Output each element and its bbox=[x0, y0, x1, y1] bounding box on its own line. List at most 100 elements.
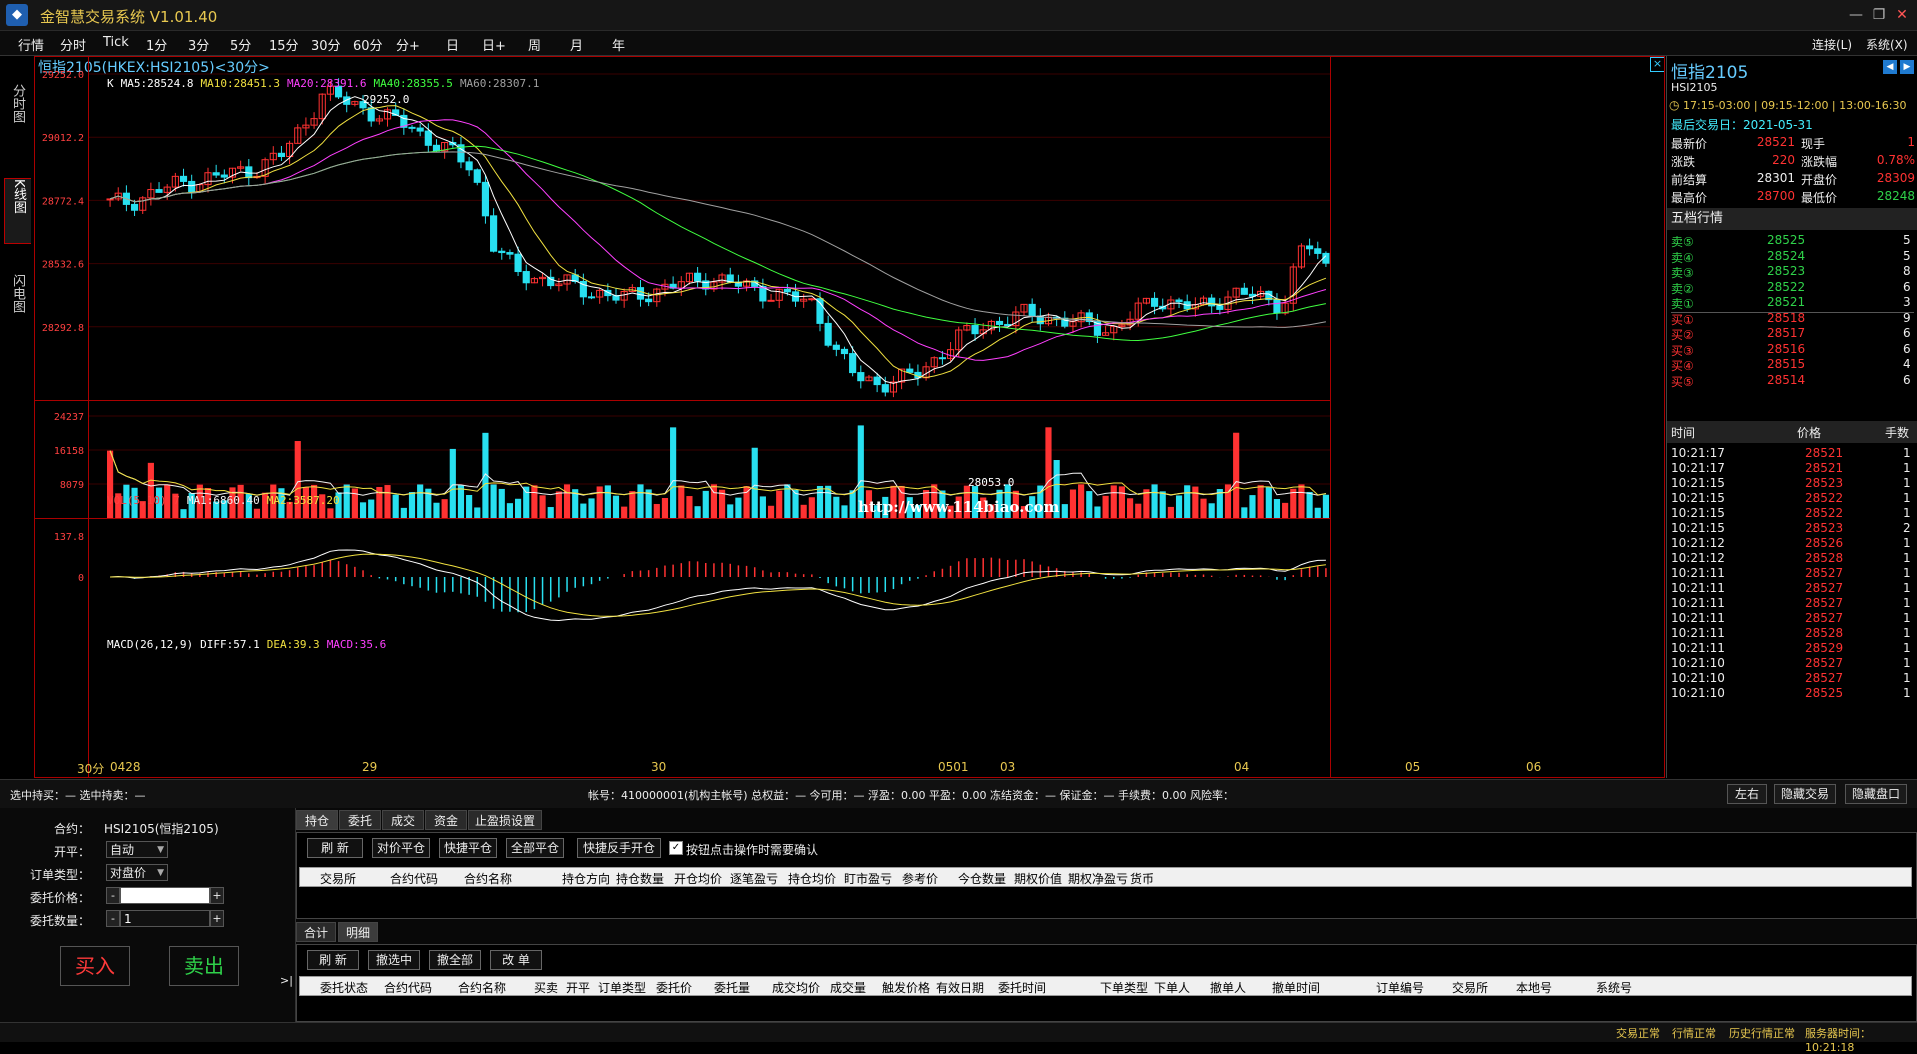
volume-indicator-legend: VOL(5,10) 7 MA1:6860.40 MA2:3587.20 bbox=[107, 493, 347, 507]
refresh-positions-button[interactable]: 刷 新 bbox=[307, 838, 363, 858]
column-header[interactable]: 合约名称 bbox=[464, 870, 512, 887]
column-header[interactable]: 撤单时间 bbox=[1272, 979, 1320, 996]
menu-15min[interactable]: 15分 bbox=[269, 35, 299, 54]
menu-quotes[interactable]: 行情 bbox=[18, 35, 44, 54]
kline-chart[interactable]: 29252.0 29012.2 28772.4 28532.6 28292.8 24237… bbox=[34, 56, 1665, 778]
column-header[interactable]: 持仓均价 bbox=[788, 870, 836, 887]
column-header[interactable]: 盯市盈亏 bbox=[844, 870, 892, 887]
menu-system[interactable]: 系统(X) bbox=[1866, 36, 1908, 53]
refresh-orders-button[interactable]: 刷 新 bbox=[307, 950, 359, 970]
column-header[interactable]: 交易所 bbox=[320, 870, 356, 887]
quick-close-button[interactable]: 快捷平仓 bbox=[439, 838, 497, 858]
tab-trades[interactable]: 成交 bbox=[382, 810, 424, 830]
column-header[interactable]: 下单人 bbox=[1154, 979, 1190, 996]
column-header[interactable]: 系统号 bbox=[1596, 979, 1632, 996]
menu-30min[interactable]: 30分 bbox=[311, 35, 341, 54]
column-header[interactable]: 有效日期 bbox=[936, 979, 984, 996]
menu-connect[interactable]: 连接(L) bbox=[1812, 36, 1852, 53]
price-input[interactable] bbox=[120, 887, 210, 904]
column-header[interactable]: 订单类型 bbox=[598, 979, 646, 996]
tab-funds[interactable]: 资金 bbox=[425, 810, 467, 830]
column-header[interactable]: 下单类型 bbox=[1100, 979, 1148, 996]
column-header[interactable]: 持仓数量 bbox=[616, 870, 664, 887]
column-header[interactable]: 委托量 bbox=[714, 979, 750, 996]
price-increment-button[interactable]: + bbox=[210, 887, 224, 904]
quantity-input[interactable]: 1 bbox=[120, 910, 210, 927]
column-header[interactable]: 委托时间 bbox=[998, 979, 1046, 996]
quantity-increment-button[interactable]: + bbox=[210, 910, 224, 927]
tab-kline-chart[interactable]: K线图 bbox=[4, 178, 31, 244]
confirm-checkbox[interactable]: ✓ bbox=[669, 841, 683, 855]
column-header[interactable]: 撤单人 bbox=[1210, 979, 1246, 996]
column-header[interactable]: 参考价 bbox=[902, 870, 938, 887]
column-header[interactable]: 期权价值 bbox=[1014, 870, 1062, 887]
menu-1min[interactable]: 1分 bbox=[146, 35, 167, 54]
sell-button[interactable]: 卖出 bbox=[169, 946, 239, 986]
tab-positions[interactable]: 持仓 bbox=[296, 810, 338, 830]
column-header[interactable]: 合约代码 bbox=[384, 979, 432, 996]
column-header[interactable]: 买卖 bbox=[534, 979, 558, 996]
menu-5min[interactable]: 5分 bbox=[230, 35, 251, 54]
column-header[interactable]: 成交量 bbox=[830, 979, 866, 996]
price-decrement-button[interactable]: - bbox=[106, 887, 120, 904]
menu-yearly[interactable]: 年 bbox=[612, 35, 625, 54]
menu-daily[interactable]: 日 bbox=[446, 35, 459, 54]
maximize-icon[interactable]: ❐ bbox=[1868, 5, 1890, 25]
column-header[interactable]: 本地号 bbox=[1516, 979, 1552, 996]
menu-timeshare[interactable]: 分时 bbox=[60, 35, 86, 54]
prev-symbol-icon[interactable]: ◀ bbox=[1883, 60, 1897, 74]
menu-daily-plus[interactable]: 日+ bbox=[482, 35, 506, 54]
column-header[interactable]: 持仓方向 bbox=[562, 870, 610, 887]
tab-orders[interactable]: 委托 bbox=[339, 810, 381, 830]
column-header[interactable]: 开平 bbox=[566, 979, 590, 996]
cancel-all-button[interactable]: 撤全部 bbox=[429, 950, 481, 970]
column-header[interactable]: 委托状态 bbox=[320, 979, 368, 996]
column-header[interactable]: 委托价 bbox=[656, 979, 692, 996]
column-header[interactable]: 货币 bbox=[1130, 870, 1154, 887]
volume-bar bbox=[466, 494, 473, 518]
quantity-decrement-button[interactable]: - bbox=[106, 910, 120, 927]
close-at-market-button[interactable]: 对价平仓 bbox=[372, 838, 430, 858]
close-icon[interactable]: ✕ bbox=[1891, 5, 1913, 25]
column-header[interactable]: 期权净盈亏 bbox=[1068, 870, 1128, 887]
column-header[interactable]: 逐笔盈亏 bbox=[730, 870, 778, 887]
left-right-button[interactable]: 左右 bbox=[1727, 784, 1767, 804]
tab-stop-settings[interactable]: 止盈损设置 bbox=[468, 810, 542, 830]
tab-details[interactable]: 明细 bbox=[338, 922, 378, 942]
menu-monthly[interactable]: 月 bbox=[570, 35, 583, 54]
column-header[interactable]: 订单编号 bbox=[1376, 979, 1424, 996]
modify-order-button[interactable]: 改 单 bbox=[490, 950, 542, 970]
menu-tick[interactable]: Tick bbox=[103, 35, 129, 50]
tab-flash-chart[interactable]: 闪电图 bbox=[4, 274, 30, 338]
column-header[interactable]: 今仓数量 bbox=[958, 870, 1006, 887]
next-symbol-icon[interactable]: ▶ bbox=[1900, 60, 1914, 74]
volume-bar bbox=[400, 507, 407, 518]
cancel-selected-button[interactable]: 撤选中 bbox=[368, 950, 420, 970]
hide-quote-button[interactable]: 隐藏盘口 bbox=[1845, 784, 1907, 804]
tab-summary[interactable]: 合计 bbox=[296, 922, 336, 942]
candle-body bbox=[1150, 297, 1159, 307]
indicator-value: MA40:28355.5 bbox=[373, 77, 453, 90]
column-header[interactable]: 触发价格 bbox=[882, 979, 930, 996]
column-header[interactable]: 合约名称 bbox=[458, 979, 506, 996]
menu-weekly[interactable]: 周 bbox=[528, 35, 541, 54]
order-type-select[interactable]: 对盘价 ▼ bbox=[106, 864, 168, 881]
menu-min-plus[interactable]: 分+ bbox=[396, 35, 420, 54]
close-all-button[interactable]: 全部平仓 bbox=[506, 838, 564, 858]
volume-bar bbox=[531, 485, 538, 518]
hide-trade-button[interactable]: 隐藏交易 bbox=[1774, 784, 1836, 804]
collapse-panel-button[interactable]: >| bbox=[280, 974, 293, 987]
volume-bar bbox=[604, 485, 611, 518]
depth-row[interactable]: 买⑤ 28514 6 bbox=[1671, 372, 1914, 390]
column-header[interactable]: 开仓均价 bbox=[674, 870, 722, 887]
column-header[interactable]: 合约代码 bbox=[390, 870, 438, 887]
menu-60min[interactable]: 60分 bbox=[353, 35, 383, 54]
menu-3min[interactable]: 3分 bbox=[188, 35, 209, 54]
quick-reverse-button[interactable]: 快捷反手开仓 bbox=[577, 838, 661, 858]
open-close-select[interactable]: 自动 ▼ bbox=[106, 841, 168, 858]
column-header[interactable]: 交易所 bbox=[1452, 979, 1488, 996]
minimize-icon[interactable]: — bbox=[1845, 5, 1867, 25]
column-header[interactable]: 成交均价 bbox=[772, 979, 820, 996]
tab-timeshare-chart[interactable]: 分时图 bbox=[4, 84, 30, 146]
buy-button[interactable]: 买入 bbox=[60, 946, 130, 986]
